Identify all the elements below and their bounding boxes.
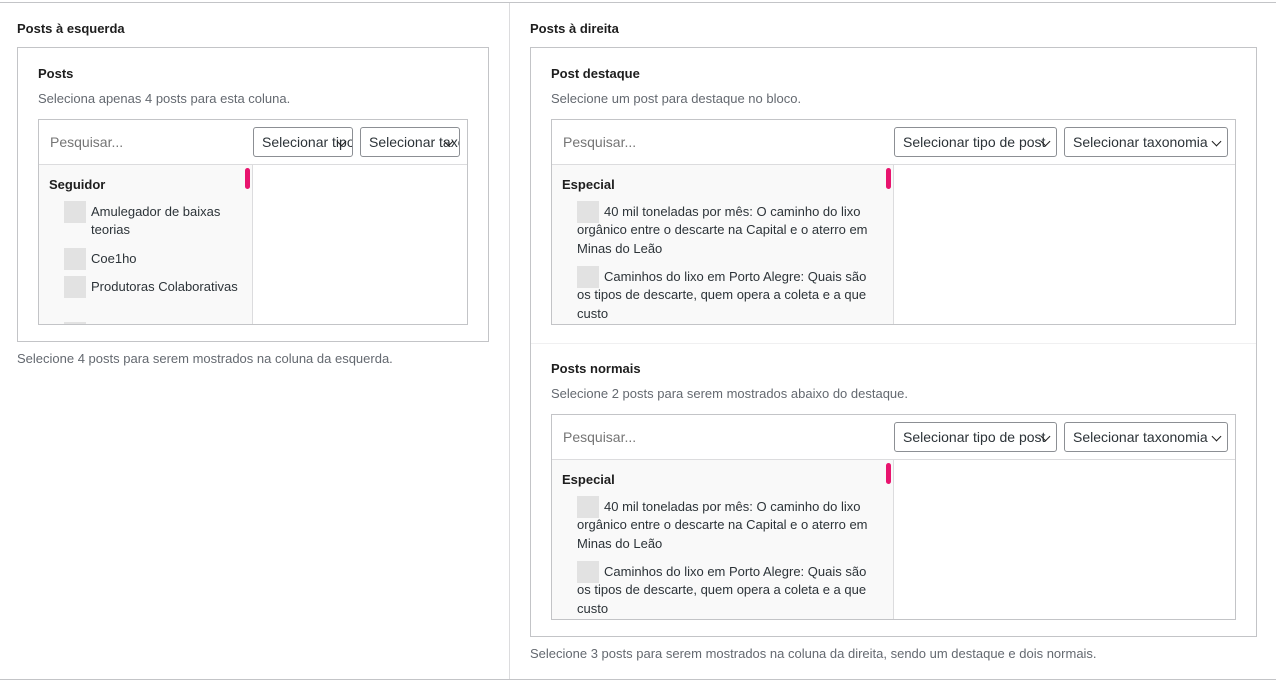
- bottom-rule: [0, 679, 1276, 680]
- chevron-down-icon: [1211, 136, 1222, 147]
- normal-taxonomy-select[interactable]: Selecionar taxonomia: [1064, 422, 1228, 452]
- chevron-down-icon: [1211, 431, 1222, 442]
- choices-group-label: Especial: [562, 472, 615, 487]
- normal-taxonomy-label: Selecionar taxonomia: [1073, 429, 1208, 445]
- left-post-type-select[interactable]: Selecionar tipo de post: [253, 127, 353, 157]
- list-item[interactable]: Caminhos do lixo em Porto Alegre: Quais …: [577, 563, 877, 618]
- scrollbar-thumb[interactable]: [886, 463, 891, 484]
- left-column-help: Selecione 4 posts para serem mostrados n…: [17, 351, 393, 366]
- top-rule: [0, 2, 1276, 3]
- normal-posts-description: Selecione 2 posts para serem mostrados a…: [551, 386, 908, 401]
- featured-taxonomy-label: Selecionar taxonomia: [1073, 134, 1208, 150]
- featured-relationship-picker: Selecionar tipo de post Selecionar taxon…: [551, 119, 1236, 325]
- normal-search-input[interactable]: [552, 415, 887, 459]
- left-posts-description: Seleciona apenas 4 posts para esta colun…: [38, 91, 291, 106]
- featured-post-description: Selecione um post para destaque no bloco…: [551, 91, 802, 106]
- normal-selected-values: [894, 460, 1235, 619]
- list-item[interactable]: Coe1ho: [91, 250, 241, 268]
- left-filters-bar: Selecionar tipo de post Selecionar taxon…: [39, 120, 467, 165]
- left-posts-label: Posts: [38, 66, 74, 81]
- normal-filters-bar: Selecionar tipo de post Selecionar taxon…: [552, 415, 1235, 460]
- list-item[interactable]: 40 mil toneladas por mês: O caminho do l…: [577, 498, 877, 553]
- featured-taxonomy-select[interactable]: Selecionar taxonomia: [1064, 127, 1228, 157]
- list-item[interactable]: Amulegador de baixas teorias: [91, 203, 241, 240]
- scrollbar-thumb[interactable]: [886, 168, 891, 189]
- left-choices-list[interactable]: Seguidor Amulegador de baixas teorias Co…: [39, 165, 253, 324]
- normal-relationship-picker: Selecionar tipo de post Selecionar taxon…: [551, 414, 1236, 620]
- left-selected-values: [253, 165, 467, 324]
- left-column-title: Posts à esquerda: [17, 21, 125, 36]
- post-thumbnail: [64, 322, 86, 324]
- featured-post-type-select[interactable]: Selecionar tipo de post: [894, 127, 1057, 157]
- list-item[interactable]: 40 mil toneladas por mês: O caminho do l…: [577, 203, 877, 258]
- normal-post-type-select[interactable]: Selecionar tipo de post: [894, 422, 1057, 452]
- post-thumbnail: [64, 248, 86, 270]
- post-thumbnail: [64, 201, 86, 223]
- right-column-help: Selecione 3 posts para serem mostrados n…: [530, 646, 1097, 661]
- choices-group-label: Seguidor: [49, 177, 106, 192]
- list-item[interactable]: Produtoras Colaborativas: [91, 278, 241, 296]
- left-search-input[interactable]: [39, 120, 249, 164]
- featured-selected-values: [894, 165, 1235, 324]
- post-thumbnail: [64, 276, 86, 298]
- normal-post-type-label: Selecionar tipo de post: [903, 429, 1046, 445]
- right-fields-box: Post destaque Selecione um post para des…: [530, 47, 1257, 637]
- subfield-separator: [531, 343, 1256, 344]
- normal-posts-label: Posts normais: [551, 361, 641, 376]
- choices-group-label: Especial: [562, 177, 615, 192]
- left-taxonomy-select[interactable]: Selecionar taxonomia: [360, 127, 460, 157]
- featured-filters-bar: Selecionar tipo de post Selecionar taxon…: [552, 120, 1235, 165]
- featured-post-label: Post destaque: [551, 66, 640, 81]
- featured-search-input[interactable]: [552, 120, 887, 164]
- left-posts-field: Posts Seleciona apenas 4 posts para esta…: [17, 47, 489, 342]
- featured-choices-list[interactable]: Especial 40 mil toneladas por mês: O cam…: [552, 165, 894, 324]
- right-column-title: Posts à direita: [530, 21, 619, 36]
- list-item[interactable]: Caminhos do lixo em Porto Alegre: Quais …: [577, 268, 877, 323]
- normal-choices-list[interactable]: Especial 40 mil toneladas por mês: O cam…: [552, 460, 894, 619]
- left-relationship-picker: Selecionar tipo de post Selecionar taxon…: [38, 119, 468, 325]
- scrollbar-thumb[interactable]: [245, 168, 250, 189]
- column-divider: [509, 3, 510, 679]
- featured-post-type-label: Selecionar tipo de post: [903, 134, 1046, 150]
